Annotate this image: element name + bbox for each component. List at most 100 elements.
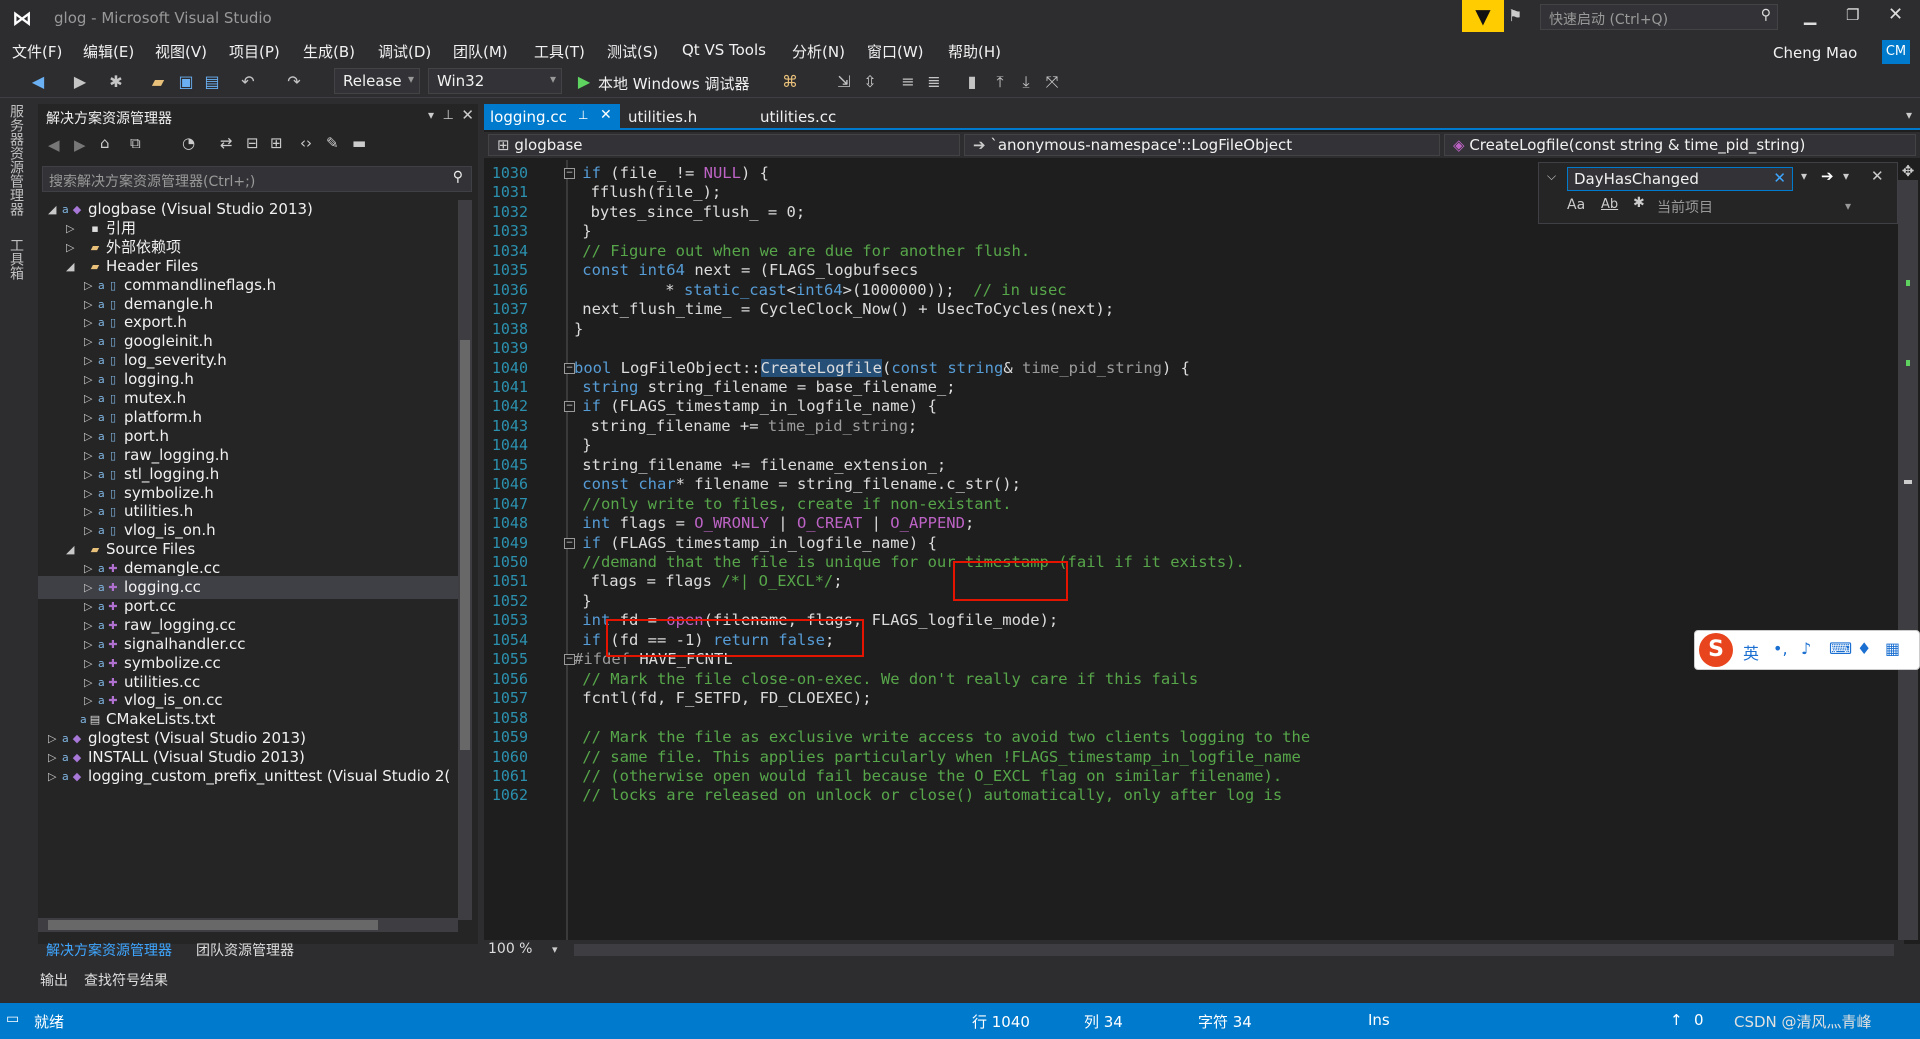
code-line[interactable]: // locks are released on unlock or close… (582, 783, 1282, 807)
menu-team[interactable]: 团队(M) (453, 41, 508, 62)
minimize-button[interactable]: ▁ (1804, 6, 1816, 25)
split-icon[interactable]: ✥ (1898, 162, 1918, 180)
hscroll-track[interactable] (574, 944, 1894, 956)
bookmark-icon[interactable]: ▮ (962, 72, 982, 92)
view-code-icon[interactable]: ‹› (300, 134, 312, 152)
voice-icon[interactable]: ♪ (1801, 639, 1811, 658)
tree-item[interactable]: ▷ a ◆ logging_custom_prefix_unittest (Visua… (38, 765, 458, 788)
code-line[interactable]: next_flush_time_ = CycleClock_Now() + Us… (582, 297, 1114, 321)
code-area[interactable]: if (file_ != NULL) {fflush(file_); bytes_… (574, 160, 1834, 940)
save-icon[interactable]: ▣ (176, 72, 196, 92)
publish-icon[interactable]: ↑ (1670, 1011, 1683, 1029)
forward-icon[interactable]: ▶ (70, 72, 90, 92)
restore-button[interactable]: ❐ (1846, 6, 1859, 24)
redo-icon[interactable]: ↷ (284, 72, 304, 92)
properties-icon[interactable]: ✎ (326, 134, 339, 152)
tab-utilities-cc[interactable]: utilities.cc (754, 104, 884, 128)
pending-changes-icon[interactable]: ◔ (182, 134, 195, 152)
home-icon[interactable]: ⌂ (100, 134, 110, 152)
save-all-icon[interactable]: ▤ (202, 72, 222, 92)
punctuation-icon[interactable]: •, (1773, 639, 1788, 658)
solution-hscrollbar[interactable] (38, 918, 458, 932)
new-project-icon[interactable]: ✱ (106, 72, 126, 92)
menu-test[interactable]: 测试(S) (607, 41, 658, 62)
tab-solution-explorer[interactable]: 解决方案资源管理器 (46, 940, 172, 960)
preview-icon[interactable]: ▬ (352, 134, 366, 152)
project-select[interactable]: ⊞ glogbase (488, 134, 960, 156)
open-file-icon[interactable]: ▰ (148, 72, 168, 92)
server-explorer-tab[interactable]: 服务器资源管理器 (6, 104, 26, 216)
window-position-icon[interactable]: ▾ (428, 108, 434, 122)
tab-output[interactable]: 输出 (40, 970, 68, 990)
menu-tools[interactable]: 工具(T) (534, 41, 585, 62)
back-icon[interactable]: ◀ (48, 136, 60, 154)
menu-project[interactable]: 项目(P) (229, 41, 280, 62)
menu-file[interactable]: 文件(F) (12, 41, 62, 62)
switch-views-icon[interactable]: ⧉ (130, 134, 141, 152)
comment-icon[interactable]: ≡ (898, 72, 918, 92)
configuration-select[interactable]: Release (334, 68, 420, 94)
show-all-files-icon[interactable]: ⊞ (270, 134, 283, 152)
editor-vscrollbar[interactable] (1898, 180, 1918, 940)
sync-icon[interactable]: ⇄ (220, 134, 233, 152)
find-scope-select[interactable]: 当前项目 (1657, 197, 1713, 217)
toggle-icon[interactable]: ⇳ (860, 72, 880, 92)
close-panel-icon[interactable]: ✕ (461, 106, 474, 124)
toolbox-icon[interactable]: ▦ (1885, 639, 1900, 658)
menu-debug[interactable]: 调试(D) (378, 41, 431, 62)
user-name[interactable]: Cheng Mao (1773, 44, 1857, 62)
zoom-select[interactable]: 100 % (488, 941, 558, 959)
publish-count[interactable]: 0 (1694, 1011, 1704, 1029)
solution-search-input[interactable]: 搜索解决方案资源管理器(Ctrl+;) ⚲ (42, 166, 472, 192)
menu-view[interactable]: 视图(V) (155, 41, 207, 62)
find-input[interactable]: DayHasChanged ✕ (1567, 167, 1793, 191)
code-line[interactable]: bytes_since_flush_ = 0; (591, 200, 806, 224)
tab-find-symbol-results[interactable]: 查找符号结果 (84, 970, 168, 990)
match-case-toggle[interactable]: Aa (1567, 197, 1585, 213)
menu-build[interactable]: 生成(B) (303, 41, 355, 62)
tab-team-explorer[interactable]: 团队资源管理器 (196, 940, 294, 960)
next-bookmark-icon[interactable]: ⤓ (1016, 72, 1036, 92)
solution-hscrollbar-thumb[interactable] (48, 920, 378, 930)
platform-select[interactable]: Win32 (428, 68, 562, 94)
clear-find-icon[interactable]: ✕ (1773, 169, 1786, 187)
tab-utilities-h[interactable]: utilities.h (622, 104, 742, 128)
menu-help[interactable]: 帮助(H) (948, 41, 1001, 62)
sogou-logo-icon[interactable]: S (1699, 633, 1733, 667)
notifications-icon[interactable]: ⚑ (1508, 6, 1530, 28)
expand-arrow-icon[interactable]: ▷ (48, 765, 56, 788)
expand-replace-icon[interactable]: ⌵ (1547, 169, 1556, 184)
skin-icon[interactable]: ♦ (1857, 639, 1871, 658)
whole-word-toggle[interactable]: Ab (1601, 197, 1618, 212)
close-button[interactable]: ✕ (1888, 4, 1903, 25)
zoom-dropdown-icon[interactable]: ▾ (552, 943, 558, 956)
start-debug-icon[interactable]: ▶ (574, 72, 594, 92)
find-options-icon[interactable]: ▾ (1843, 169, 1849, 183)
menu-window[interactable]: 窗口(W) (867, 41, 924, 62)
pin-icon[interactable]: ⊥ (443, 108, 454, 123)
avatar[interactable]: CM (1882, 40, 1910, 64)
menu-analyze[interactable]: 分析(N) (792, 41, 845, 62)
debugger-button[interactable]: 本地 Windows 调试器 (598, 73, 750, 94)
prev-bookmark-icon[interactable]: ⤒ (990, 72, 1010, 92)
step-icon[interactable]: ⇲ (834, 72, 854, 92)
undo-icon[interactable]: ↶ (238, 72, 258, 92)
member-select[interactable]: ◈ CreateLogfile(const string & time_pid_… (1444, 134, 1916, 156)
find-next-icon[interactable]: ➔ (1821, 167, 1834, 185)
forward-icon[interactable]: ▶ (74, 136, 86, 154)
keyboard-icon[interactable]: ⌨ (1829, 639, 1852, 658)
feedback-filter-icon[interactable]: ▼ (1462, 0, 1504, 32)
tab-dropdown-icon[interactable]: ▾ (1906, 108, 1912, 122)
collapse-all-icon[interactable]: ⊟ (246, 134, 259, 152)
back-icon[interactable]: ◀ (28, 72, 48, 92)
scope-dropdown-icon[interactable]: ▾ (1845, 199, 1851, 213)
toolbox-tab[interactable]: 工具箱 (6, 238, 26, 280)
menu-qt-vs-tools[interactable]: Qt VS Tools (682, 41, 766, 59)
tab-logging-cc[interactable]: logging.cc ⊥ ✕ (484, 104, 620, 128)
find-history-icon[interactable]: ▾ (1801, 169, 1807, 183)
pin-icon[interactable]: ⊥ (578, 108, 588, 122)
close-find-icon[interactable]: ✕ (1871, 167, 1884, 185)
regex-toggle-icon[interactable]: ✱ (1633, 195, 1645, 211)
menu-edit[interactable]: 编辑(E) (83, 41, 134, 62)
uncomment-icon[interactable]: ≣ (924, 72, 944, 92)
